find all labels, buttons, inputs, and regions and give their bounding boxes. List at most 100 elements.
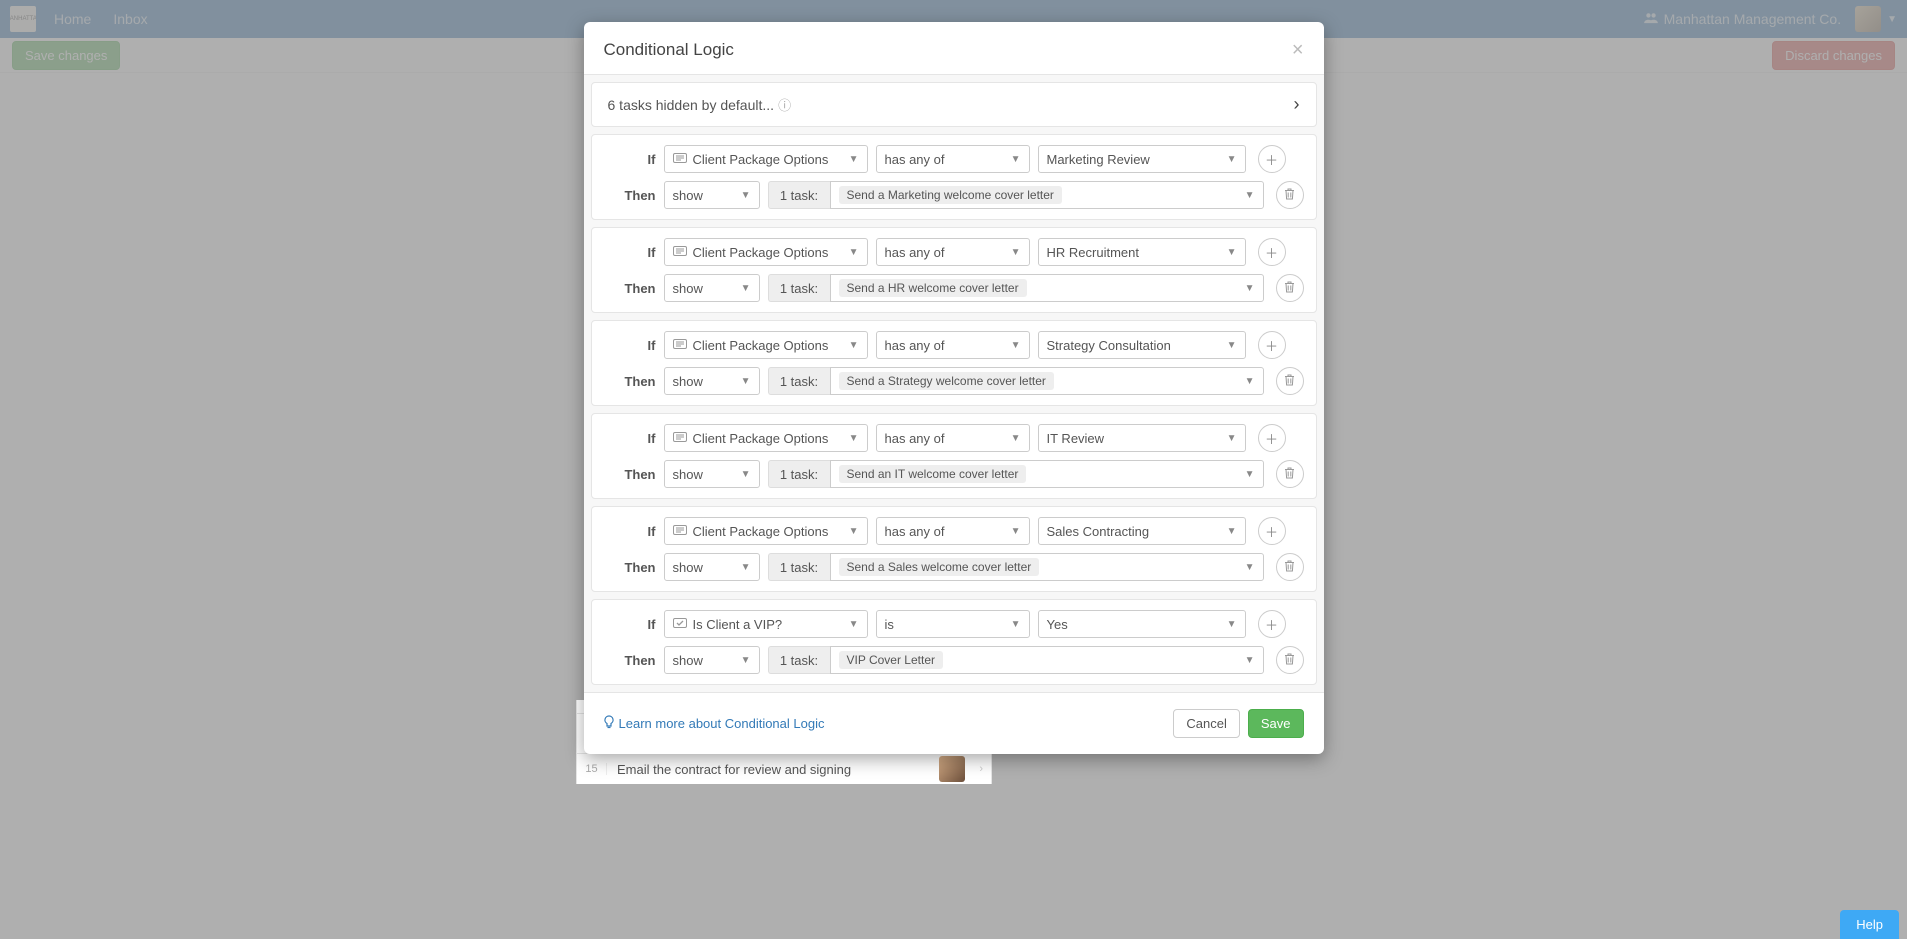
chevron-right-icon: › xyxy=(971,763,991,775)
operator-dropdown[interactable]: has any of▼ xyxy=(876,145,1030,173)
chevron-down-icon: ▼ xyxy=(1011,433,1021,444)
form-field-icon xyxy=(673,245,687,259)
trash-icon xyxy=(1284,653,1295,668)
task-dropdown[interactable]: Send an IT welcome cover letter▼ xyxy=(830,460,1264,488)
if-label: If xyxy=(604,338,656,353)
then-label: Then xyxy=(604,188,656,203)
action-dropdown[interactable]: show▼ xyxy=(664,181,760,209)
rule-block: IfIs Client a VIP?▼is▼Yes▼＋Thenshow▼1 ta… xyxy=(591,599,1317,685)
operator-dropdown[interactable]: has any of▼ xyxy=(876,238,1030,266)
field-dropdown[interactable]: Client Package Options▼ xyxy=(664,331,868,359)
task-count-label: 1 task: xyxy=(768,553,830,581)
task-count-label: 1 task: xyxy=(768,274,830,302)
delete-rule-button[interactable] xyxy=(1276,460,1304,488)
add-rule-button[interactable]: ＋ xyxy=(1258,145,1286,173)
action-dropdown[interactable]: show▼ xyxy=(664,367,760,395)
action-dropdown[interactable]: show ▼ xyxy=(664,460,760,488)
delete-rule-button[interactable] xyxy=(1276,274,1304,302)
task-count-label: 1 task: xyxy=(768,367,830,395)
hidden-tasks-summary[interactable]: 6 tasks hidden by default... ⓘ › xyxy=(591,82,1317,127)
value-text: Yes xyxy=(1047,617,1068,632)
field-dropdown[interactable]: Client Package Options▼ xyxy=(664,238,868,266)
chevron-down-icon: ▼ xyxy=(1011,154,1021,165)
chevron-down-icon: ▼ xyxy=(1227,619,1237,630)
chevron-down-icon: ▼ xyxy=(1245,655,1255,666)
modal-header: Conditional Logic × xyxy=(584,22,1324,74)
task-dropdown[interactable]: Send a Strategy welcome cover letter▼ xyxy=(830,367,1264,395)
chevron-down-icon: ▼ xyxy=(741,469,751,480)
if-label: If xyxy=(604,245,656,260)
value-dropdown[interactable]: HR Recruitment▼ xyxy=(1038,238,1246,266)
value-dropdown[interactable]: Strategy Consultation▼ xyxy=(1038,331,1246,359)
chevron-down-icon: ▼ xyxy=(741,562,751,573)
field-name: Client Package Options xyxy=(693,152,829,167)
add-rule-button[interactable]: ＋ xyxy=(1258,424,1286,452)
action-dropdown[interactable]: show▼ xyxy=(664,646,760,674)
action-value: show xyxy=(673,467,703,482)
delete-rule-button[interactable] xyxy=(1276,646,1304,674)
form-field-icon xyxy=(673,152,687,166)
chevron-right-icon: › xyxy=(1294,94,1300,115)
add-rule-button[interactable]: ＋ xyxy=(1258,517,1286,545)
if-label: If xyxy=(604,431,656,446)
action-value: show xyxy=(673,374,703,389)
action-dropdown[interactable]: show▼ xyxy=(664,274,760,302)
action-dropdown[interactable]: show▼ xyxy=(664,553,760,581)
assignee-avatar[interactable] xyxy=(939,756,965,782)
save-button[interactable]: Save xyxy=(1248,709,1304,738)
operator-dropdown[interactable]: has any of▼ xyxy=(876,517,1030,545)
help-circle-icon[interactable]: ⓘ xyxy=(778,95,791,114)
task-dropdown[interactable]: Send a Marketing welcome cover letter▼ xyxy=(830,181,1264,209)
operator-dropdown[interactable]: has any of▼ xyxy=(876,424,1030,452)
value-dropdown[interactable]: Sales Contracting▼ xyxy=(1038,517,1246,545)
learn-more-link[interactable]: Learn more about Conditional Logic xyxy=(604,715,825,732)
if-label: If xyxy=(604,524,656,539)
action-value: show xyxy=(673,281,703,296)
chevron-down-icon: ▼ xyxy=(849,247,859,258)
form-field-icon xyxy=(673,431,687,445)
rule-block: IfClient Package Options▼has any of▼Mark… xyxy=(591,134,1317,220)
add-rule-button[interactable]: ＋ xyxy=(1258,610,1286,638)
operator-dropdown[interactable]: has any of▼ xyxy=(876,331,1030,359)
trash-icon xyxy=(1284,281,1295,296)
operator-dropdown[interactable]: is▼ xyxy=(876,610,1030,638)
modal-title: Conditional Logic xyxy=(604,40,734,60)
task-dropdown[interactable]: Send a HR welcome cover letter▼ xyxy=(830,274,1264,302)
operator-value: has any of xyxy=(885,338,945,353)
task-dropdown[interactable]: Send a Sales welcome cover letter▼ xyxy=(830,553,1264,581)
value-dropdown[interactable]: Marketing Review▼ xyxy=(1038,145,1246,173)
rule-block: If Client Package Options▼ has any of▼ IT R… xyxy=(591,413,1317,499)
close-icon[interactable]: × xyxy=(1292,40,1304,60)
chevron-down-icon: ▼ xyxy=(1245,562,1255,573)
then-label: Then xyxy=(604,560,656,575)
add-rule-button[interactable]: ＋ xyxy=(1258,238,1286,266)
delete-rule-button[interactable] xyxy=(1276,367,1304,395)
value-dropdown[interactable]: Yes ▼ xyxy=(1038,610,1246,638)
help-button[interactable]: Help xyxy=(1840,910,1899,939)
plus-icon: ＋ xyxy=(1265,336,1278,355)
then-label: Then xyxy=(604,467,656,482)
chevron-down-icon: ▼ xyxy=(1011,526,1021,537)
rule-block: If Client Package Options▼ has any of▼ Sale… xyxy=(591,506,1317,592)
task-row[interactable]: 15 Email the contract for review and sig… xyxy=(576,754,992,784)
field-dropdown[interactable]: Client Package Options▼ xyxy=(664,517,868,545)
chevron-down-icon: ▼ xyxy=(1227,154,1237,165)
add-rule-button[interactable]: ＋ xyxy=(1258,331,1286,359)
value-dropdown[interactable]: IT Review▼ xyxy=(1038,424,1246,452)
field-dropdown[interactable]: Is Client a VIP?▼ xyxy=(664,610,868,638)
trash-icon xyxy=(1284,560,1295,575)
task-dropdown[interactable]: VIP Cover Letter ▼ xyxy=(830,646,1264,674)
task-chip: VIP Cover Letter xyxy=(839,651,944,669)
hidden-summary-text: 6 tasks hidden by default... xyxy=(608,97,775,113)
field-dropdown[interactable]: Client Package Options▼ xyxy=(664,424,868,452)
rule-block: If Client Package Options▼ has any of▼ HR R… xyxy=(591,227,1317,313)
delete-rule-button[interactable] xyxy=(1276,553,1304,581)
if-label: If xyxy=(604,152,656,167)
cancel-button[interactable]: Cancel xyxy=(1173,709,1239,738)
delete-rule-button[interactable] xyxy=(1276,181,1304,209)
trash-icon xyxy=(1284,188,1295,203)
field-dropdown[interactable]: Client Package Options▼ xyxy=(664,145,868,173)
modal-body: 6 tasks hidden by default... ⓘ › If Clien… xyxy=(584,74,1324,693)
modal-footer: Learn more about Conditional Logic Cance… xyxy=(584,693,1324,754)
chevron-down-icon: ▼ xyxy=(741,190,751,201)
